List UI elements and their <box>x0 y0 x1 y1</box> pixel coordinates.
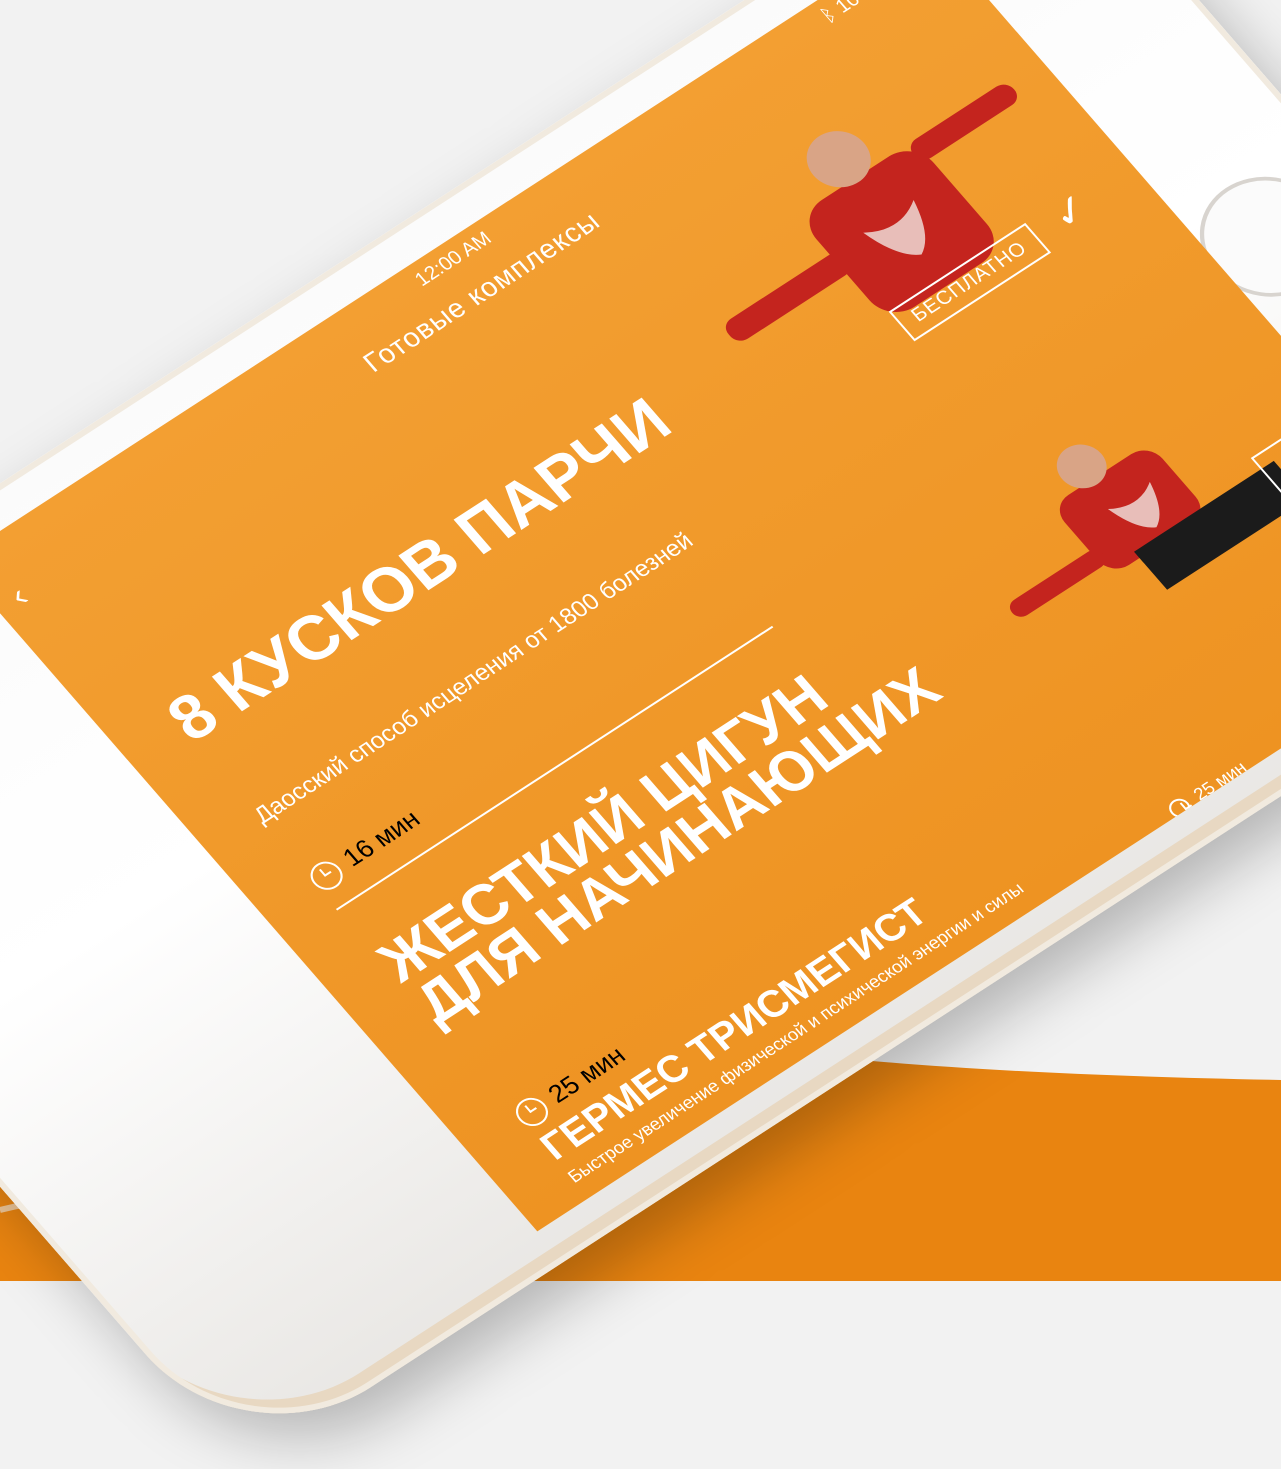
clock-icon <box>304 856 350 896</box>
instructor-photo <box>1009 444 1281 617</box>
card-duration: 16 мин <box>303 804 427 896</box>
